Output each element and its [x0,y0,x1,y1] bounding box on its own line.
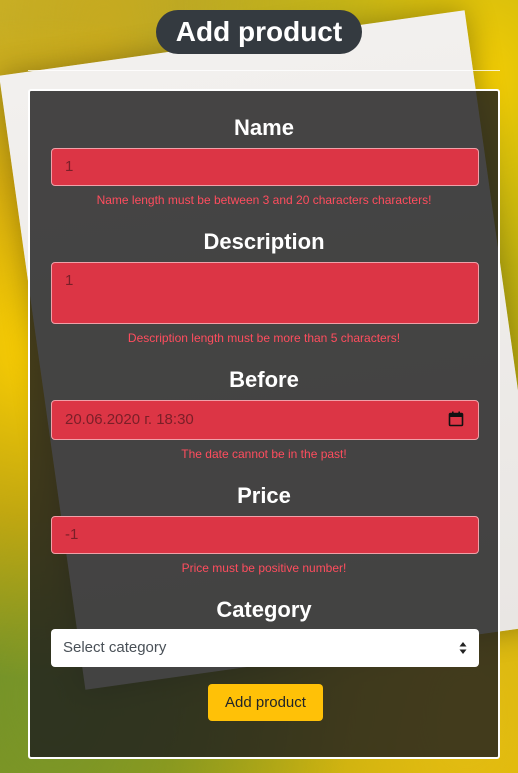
category-selected-value: Select category [63,639,167,656]
add-product-button[interactable]: Add product [208,684,323,721]
description-error: Description length must be more than 5 c… [127,331,401,345]
name-label: Name [234,115,294,140]
header-divider [28,70,500,71]
before-label: Before [229,367,299,392]
description-textarea[interactable]: 1 [51,262,479,324]
before-datetime-input[interactable]: 20.06.2020 г. 18:30 [51,400,479,440]
name-input[interactable]: 1 [51,148,479,186]
price-error: Price must be positive number! [181,561,347,575]
price-label: Price [237,483,291,508]
select-caret-icon [459,642,467,654]
before-datetime-value: 20.06.2020 г. 18:30 [65,411,194,428]
category-select[interactable]: Select category [51,629,479,667]
add-product-form: Name 1 Name length must be between 3 and… [28,89,500,759]
calendar-icon[interactable] [448,411,464,427]
page-title: Add product [155,10,363,54]
before-error: The date cannot be in the past! [181,447,347,461]
description-label: Description [203,229,325,254]
name-error: Name length must be between 3 and 20 cha… [96,193,432,207]
category-label: Category [216,597,312,622]
page-header: Add product [0,10,518,54]
price-input[interactable]: -1 [51,516,479,554]
